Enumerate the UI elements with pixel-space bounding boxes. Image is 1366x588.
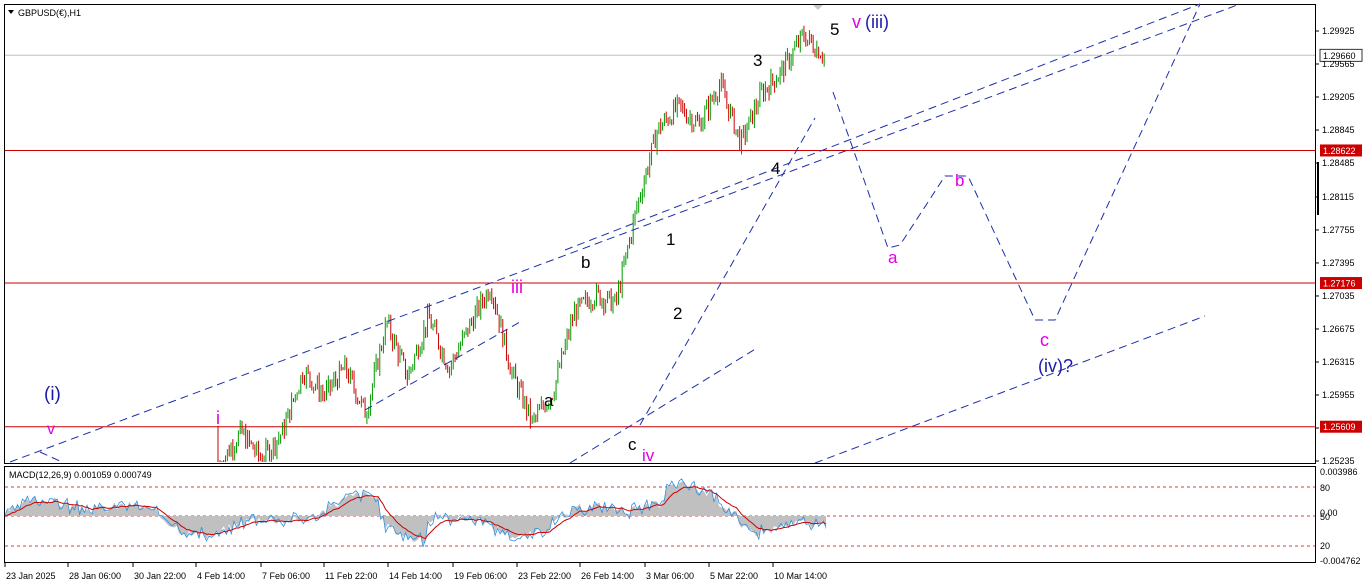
price-axis-label: 1.25235 [1322, 456, 1355, 466]
wave-label: c [628, 435, 637, 454]
price-axis-label: 1.28485 [1322, 158, 1355, 168]
wave-label: (i) [44, 384, 61, 405]
time-axis-label: 26 Feb 14:00 [581, 571, 634, 581]
wave-label: b [581, 253, 590, 272]
macd-axis-label: 50 [1320, 512, 1330, 522]
time-axis-label: 30 Jan 22:00 [134, 571, 186, 581]
wave-label: c [1040, 330, 1049, 350]
price-axis-label: 1.26315 [1322, 357, 1355, 367]
macd-axis-label: 80 [1320, 483, 1330, 493]
wave-label: 4 [771, 159, 780, 178]
wave-label: v [852, 12, 861, 32]
time-axis-label: 10 Mar 14:00 [774, 571, 827, 581]
time-axis-label: 14 Feb 14:00 [389, 571, 442, 581]
wave-label: 3 [753, 51, 762, 70]
price-axis-label: 1.29925 [1322, 26, 1355, 36]
wave-label: iv [642, 446, 655, 465]
price-axis-label: 1.26675 [1322, 324, 1355, 334]
macd-axis-label: 20 [1320, 541, 1330, 551]
wave-label: 5 [830, 20, 839, 39]
symbol-header: GBPUSD(€),H1 [8, 8, 81, 18]
price-axis-label: 1.28115 [1322, 192, 1354, 202]
time-axis-label: 23 Feb 22:00 [518, 571, 571, 581]
wave-label: (iii) [865, 12, 889, 32]
time-axis-label: 23 Jan 2025 [6, 571, 56, 581]
macd-label: MACD(12,26,9) 0.001059 0.000749 [9, 470, 152, 480]
wave-label: a [544, 391, 554, 410]
price-pane-frame [4, 4, 1316, 464]
price-axis-label: 1.28845 [1322, 125, 1355, 135]
wave-label: a [888, 248, 898, 267]
macd-axis-label: -0.004762 [1320, 556, 1361, 566]
level-price-label: 1.28622 [1323, 146, 1356, 156]
time-axis-label: 3 Mar 06:00 [646, 571, 694, 581]
wave-label: b [955, 171, 964, 190]
time-axis-label: 5 Mar 22:00 [710, 571, 758, 581]
level-price-label: 1.27176 [1323, 279, 1356, 289]
wave-label: v [47, 421, 55, 438]
price-axis-label: 1.27395 [1322, 258, 1355, 268]
time-axis-label: 4 Feb 14:00 [197, 571, 245, 581]
level-price-label: 1.25609 [1323, 422, 1356, 432]
price-axis-label: 1.27755 [1322, 225, 1355, 235]
time-axis-label: 7 Feb 06:00 [262, 571, 310, 581]
price-axis-label: 1.25955 [1322, 390, 1355, 400]
symbol-timeframe-label: GBPUSD(€),H1 [18, 8, 81, 18]
wave-label: i [216, 408, 220, 428]
price-axis-label: 1.27035 [1322, 291, 1355, 301]
price-chart[interactable]: 1.299251.295651.292051.288451.284851.281… [0, 0, 1366, 588]
price-axis-label: 1.29205 [1322, 92, 1355, 102]
wave-label: iii [511, 277, 523, 297]
time-axis-label: 11 Feb 22:00 [325, 571, 377, 581]
wave-label: 1 [666, 230, 675, 249]
macd-axis-label: 0.003986 [1320, 467, 1358, 477]
wave-label: (iv)? [1038, 356, 1073, 376]
time-axis-label: 19 Feb 06:00 [454, 571, 507, 581]
current-price-label: 1.29660 [1323, 51, 1356, 61]
chart-window[interactable]: 1.29925 1.29565 1.29205 1.28845 1.28485 1.281… [0, 0, 1366, 588]
time-axis-label: 28 Jan 06:00 [69, 571, 121, 581]
wave-label: 2 [673, 304, 682, 323]
